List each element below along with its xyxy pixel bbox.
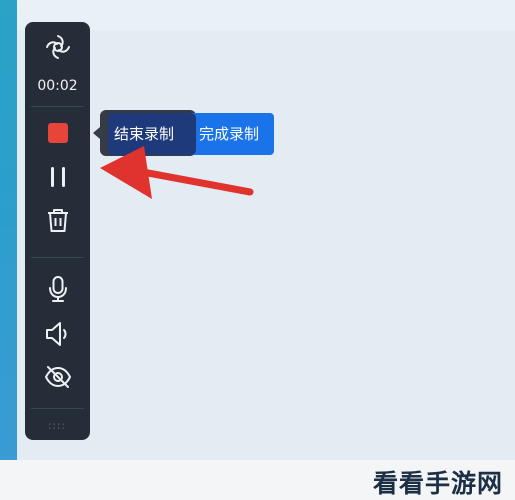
watermark-text: 看看手游网 xyxy=(372,469,503,498)
red-arrow-annotation xyxy=(100,146,254,199)
